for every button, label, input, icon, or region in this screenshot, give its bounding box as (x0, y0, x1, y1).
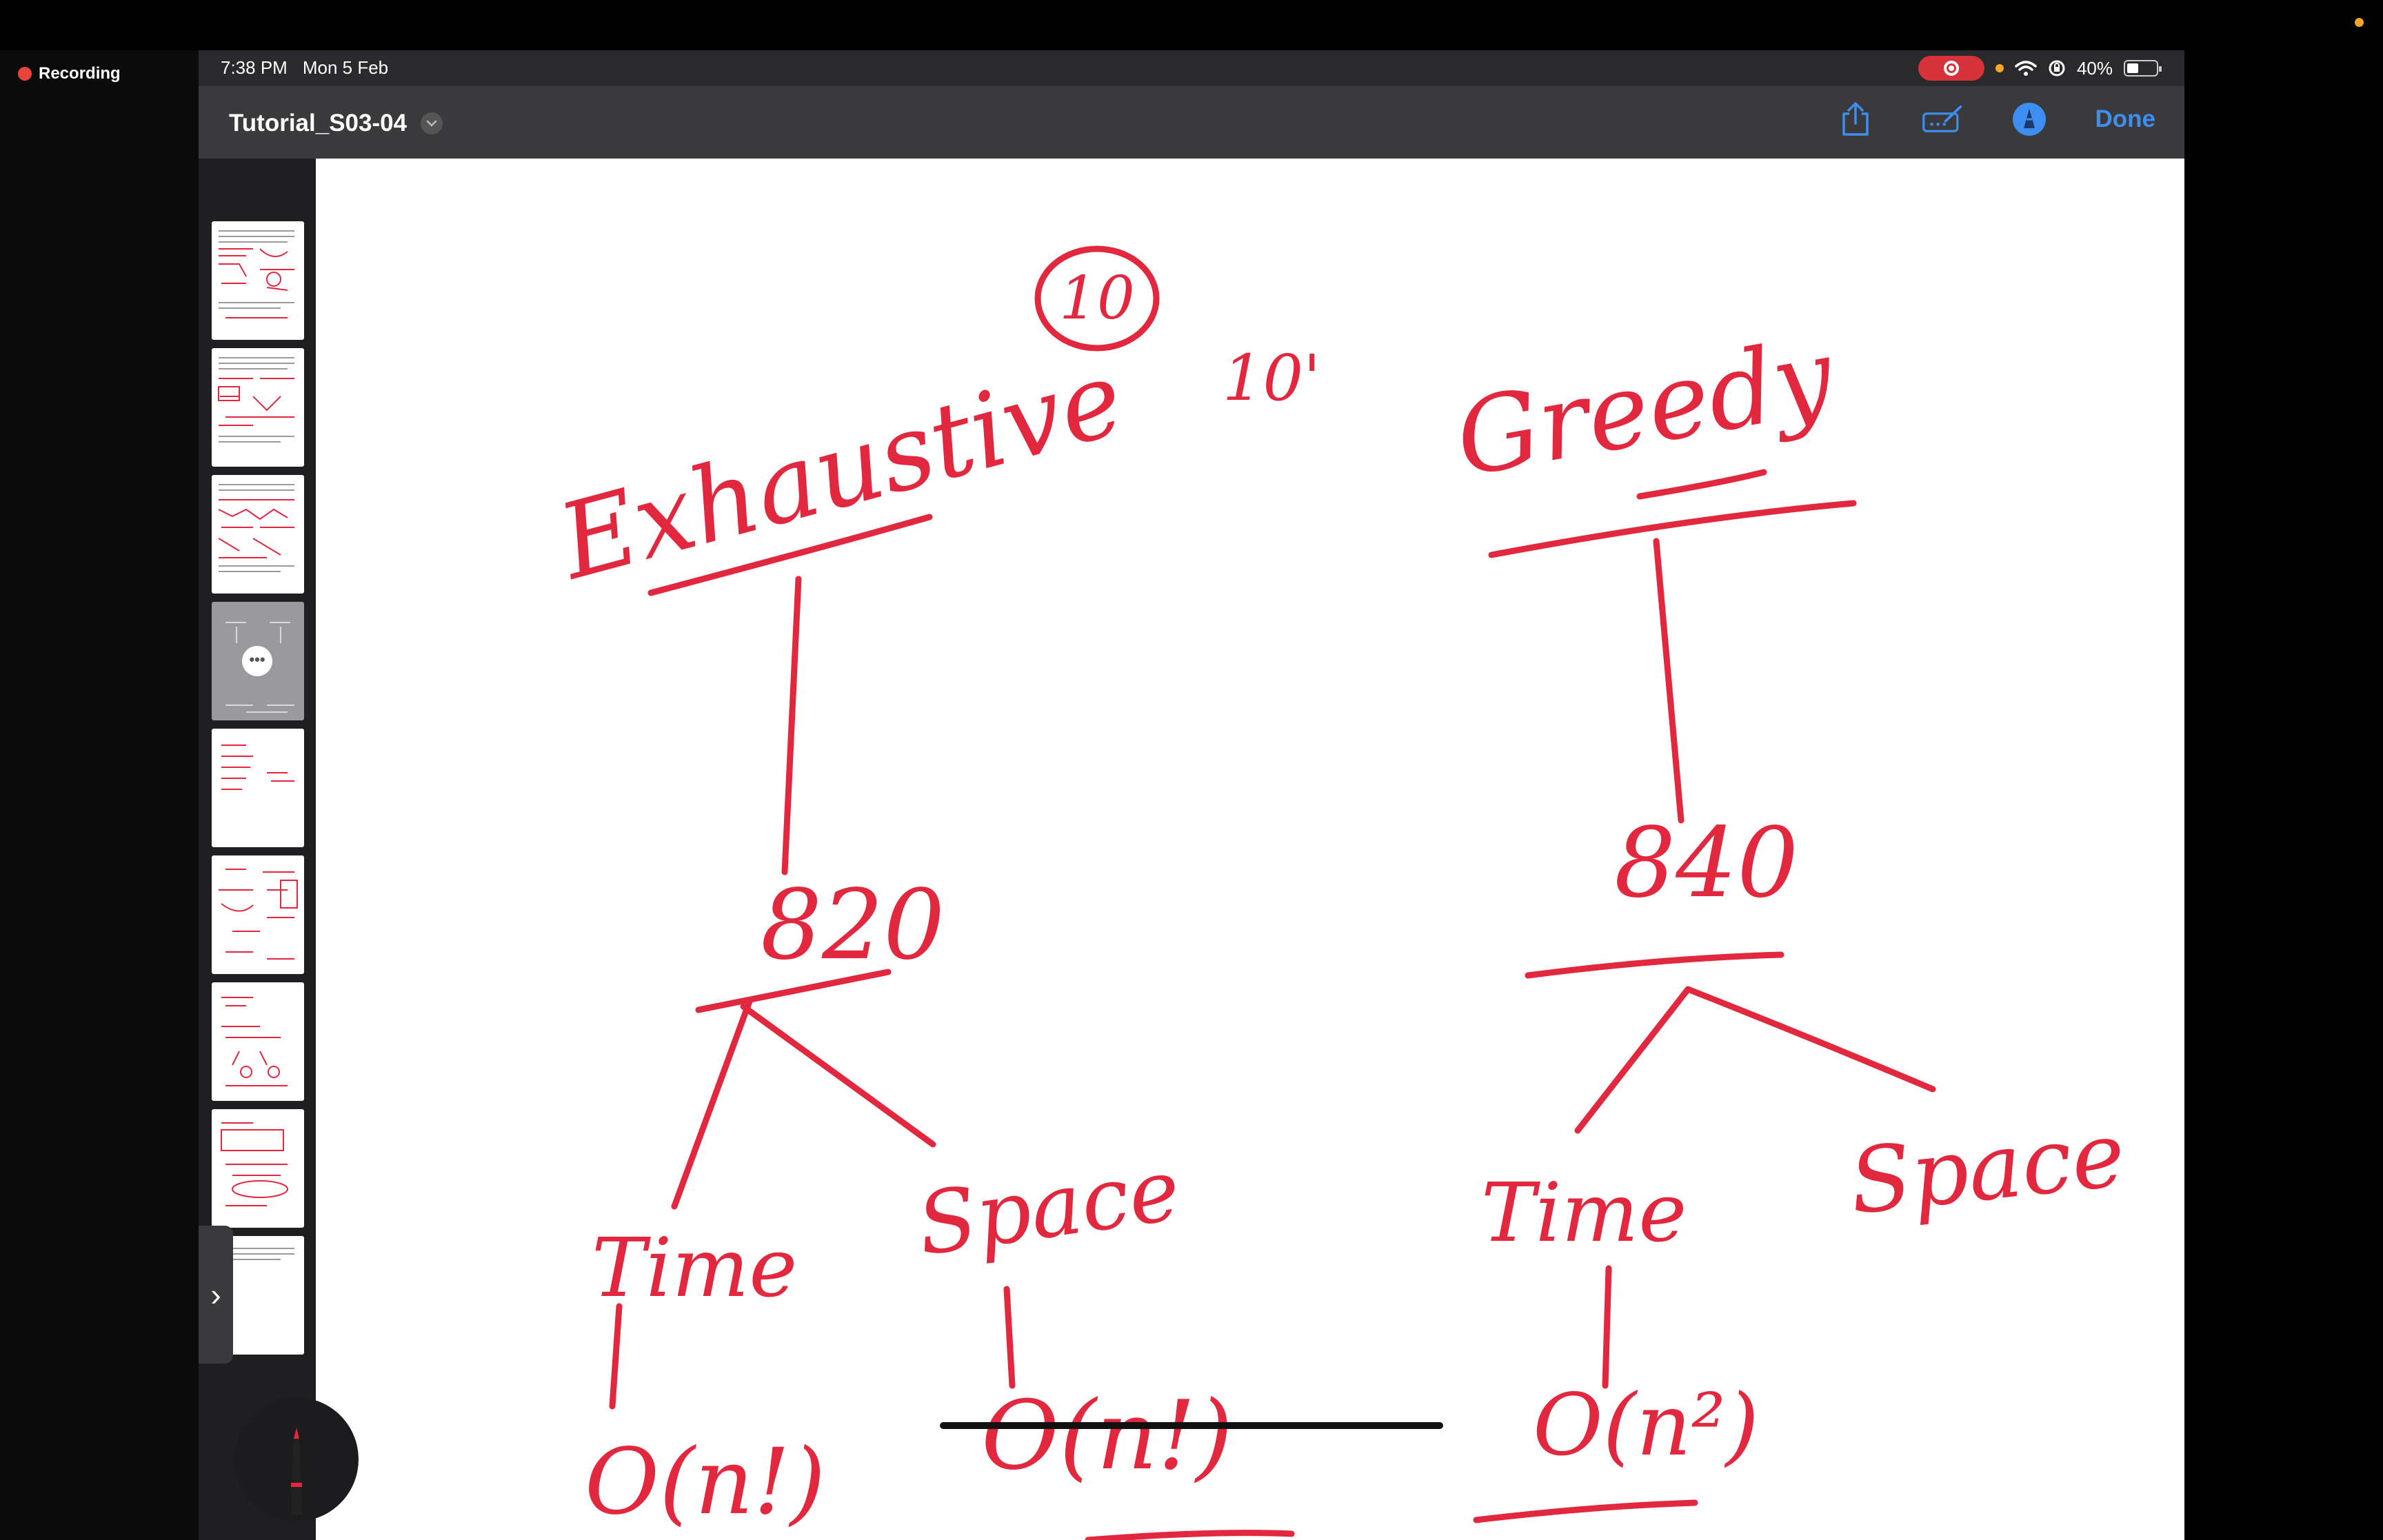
exhaustive-score: 820 (761, 869, 945, 982)
recording-dot-icon (18, 67, 32, 81)
page-thumbnail[interactable] (212, 855, 304, 974)
thumbnail-preview (219, 230, 294, 318)
chevron-down-icon (421, 112, 443, 134)
exhaustive-time-label: Time (592, 1220, 797, 1315)
greedy-time-stem (1602, 1265, 1612, 1389)
handwriting-layer: 10 10' Exhaustive 820 Time Space O(n!) O… (545, 245, 2130, 1540)
cut-off-underline (1085, 1530, 1295, 1540)
greedy-time-label: Time (1481, 1165, 1687, 1260)
top-bar (0, 0, 2383, 50)
exhaustive-heading: Exhaustive (545, 338, 1135, 603)
recording-panel (0, 50, 199, 1540)
exhaustive-time-complexity: O(n!) (585, 1429, 825, 1535)
greedy-underline (1488, 500, 1857, 558)
greedy-complexity-underline (1473, 1499, 1698, 1523)
status-time: 7:38 PM (221, 57, 288, 78)
home-indicator[interactable] (940, 1422, 1443, 1429)
page-thumbnail[interactable] (212, 982, 304, 1101)
document-title-button[interactable]: Tutorial_S03-04 (229, 110, 443, 137)
wifi-icon (2015, 61, 2037, 76)
notes-canvas[interactable]: 10 10' Exhaustive 820 Time Space O(n!) O… (316, 159, 2184, 1540)
greedy-underline-short (1636, 469, 1767, 500)
status-time-group: 7:38 PM Mon 5 Feb (221, 57, 388, 79)
pencil-icon (291, 1428, 302, 1514)
thumbnail-preview (221, 744, 294, 790)
share-button[interactable] (1835, 99, 1876, 140)
recording-badge: Recording (18, 64, 121, 83)
done-button[interactable]: Done (2095, 105, 2156, 133)
thumbnail-preview (218, 484, 294, 572)
document-toolbar: Tutorial_S03-04 Done (199, 86, 2184, 159)
record-icon (1943, 61, 1959, 76)
page-thumbnail[interactable] (212, 348, 304, 467)
orientation-lock-icon (2049, 60, 2065, 77)
camera-indicator-dot (2355, 18, 2364, 27)
greedy-score: 840 (1614, 807, 1798, 920)
pencil-tool-button[interactable] (2009, 99, 2050, 140)
page-thumbnail[interactable] (212, 475, 304, 594)
greedy-score-underline (1525, 951, 1784, 979)
page-thumbnail-selected[interactable]: ••• (212, 602, 304, 720)
page-thumbnail[interactable] (212, 221, 304, 340)
battery-percent: 40% (2076, 57, 2113, 79)
exhaustive-stem (781, 576, 802, 875)
greedy-stem (1653, 538, 1685, 824)
greedy-heading: Greedy (1447, 316, 1843, 500)
greedy-time-complexity: O(n²) (1533, 1376, 1759, 1475)
thumbnail-preview (221, 997, 288, 1086)
thumbnail-preview (219, 869, 298, 960)
battery-icon (2124, 60, 2162, 77)
thumbnail-more-icon[interactable]: ••• (242, 646, 272, 676)
greedy-space-label: Space (1844, 1102, 2129, 1235)
page-thumbnail[interactable] (212, 729, 304, 847)
document-title: Tutorial_S03-04 (229, 110, 408, 136)
space-stem (1003, 1286, 1016, 1389)
status-bar: 7:38 PM Mon 5 Feb 40% (199, 50, 2184, 86)
screen-recording-pill[interactable] (1918, 56, 1984, 81)
sidebar-collapse-handle[interactable]: › (199, 1226, 233, 1364)
thumbnail-preview (221, 1122, 288, 1206)
thumbnail-preview (218, 357, 294, 443)
exhaustive-space-complexity: O(n!) (981, 1380, 1233, 1491)
pencil-tip-icon (2012, 103, 2046, 136)
exhaustive-space-label: Space (912, 1140, 1185, 1275)
ipad-screen: 7:38 PM Mon 5 Feb 40% Tutorial_S03-04 Do… (199, 50, 2184, 1540)
page-thumbnail[interactable] (212, 1109, 304, 1228)
toolbar-actions: Done (1835, 99, 2156, 140)
time-stem (609, 1303, 623, 1410)
exhaustive-branches (671, 996, 936, 1210)
status-right-group: 40% (1918, 56, 2162, 81)
minutes-note: 10' (1223, 341, 1320, 415)
markup-button[interactable] (1922, 99, 1963, 140)
circled-number: 10 (1059, 264, 1134, 333)
share-icon (1842, 102, 1869, 136)
page-thumbnail-sidebar: ••• › (199, 159, 316, 1540)
markup-icon (1922, 105, 1962, 132)
recording-label: Recording (39, 64, 121, 83)
mic-indicator-dot (1995, 64, 2004, 72)
greedy-branches (1574, 986, 1936, 1134)
pencil-tool-float-button[interactable] (234, 1397, 359, 1521)
status-date: Mon 5 Feb (302, 57, 389, 78)
